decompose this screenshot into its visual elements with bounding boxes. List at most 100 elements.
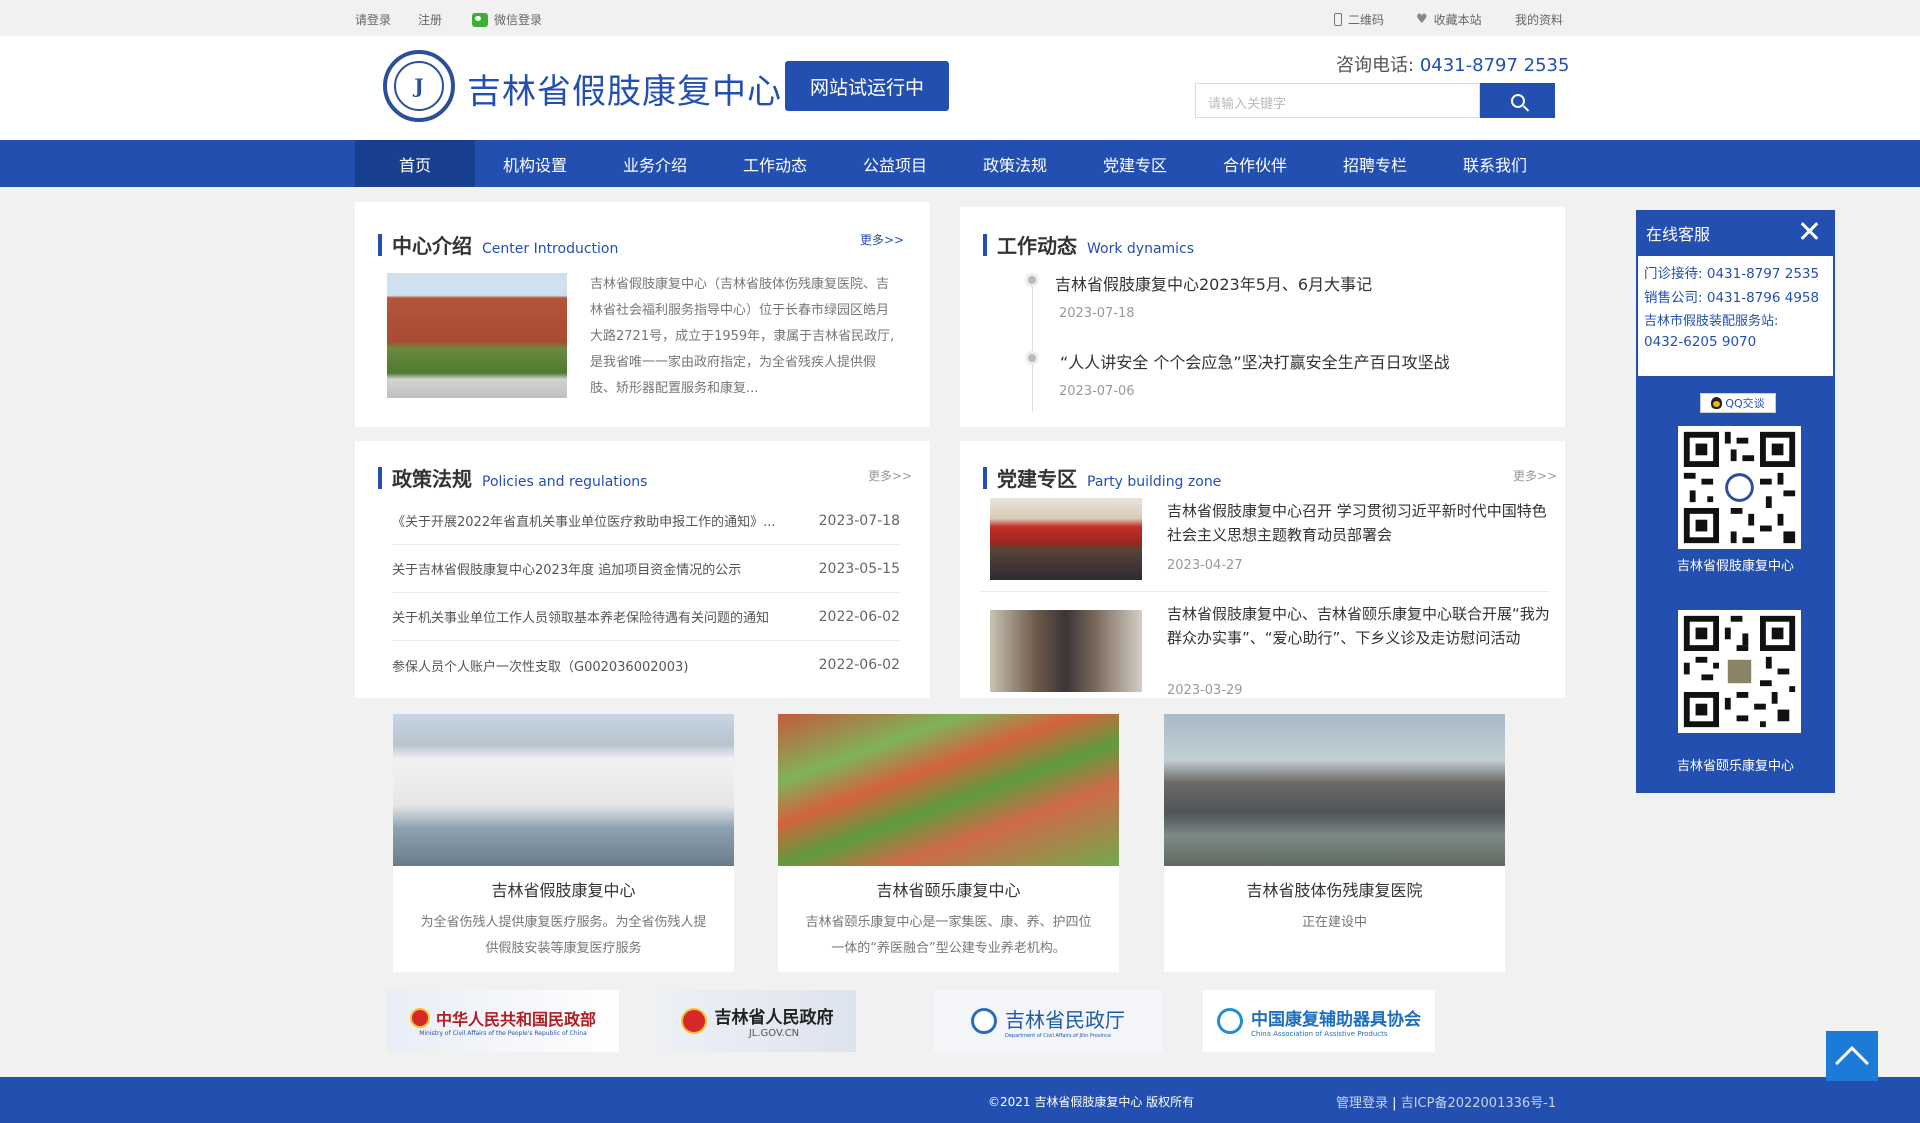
phone-icon — [1334, 13, 1342, 26]
qq-chat-label: QQ交谈 — [1725, 397, 1765, 410]
timeline-dot — [1028, 354, 1036, 362]
trial-badge: 网站试运行中 — [785, 61, 949, 111]
nav-item-welfare[interactable]: 公益项目 — [835, 140, 955, 187]
chevron-up-icon — [1835, 1046, 1869, 1080]
nav-item-work[interactable]: 工作动态 — [715, 140, 835, 187]
party-item-title[interactable]: 吉林省假肢康复中心召开 学习贯彻习近平新时代中国特色社会主义思想主题教育动员部署… — [1167, 499, 1552, 547]
qrcode-label: 二维码 — [1348, 13, 1385, 27]
party-item-image[interactable] — [990, 610, 1142, 692]
facility-card-image — [1164, 714, 1505, 866]
online-service-contacts: 门诊接待: 0431-8797 2535 销售公司: 0431-8796 495… — [1638, 256, 1833, 376]
search-input[interactable]: 请输入关键字 — [1195, 83, 1480, 118]
qrcode-link[interactable]: 二维码 — [1334, 11, 1384, 28]
site-logo[interactable]: J — [383, 50, 455, 122]
policy-row-title: 关于吉林省假肢康复中心2023年度 追加项目资金情况的公示 — [392, 563, 742, 578]
clinic-line: 门诊接待: 0431-8797 2535 — [1644, 266, 1820, 282]
facility-card-desc: 为全省伤残人提供康复医疗服务。为全省伤残人提供假肢安装等康复医疗服务 — [420, 915, 707, 956]
admin-login-link[interactable]: 管理登录 — [1336, 1096, 1388, 1111]
policy-row[interactable]: 《关于开展2022年省直机关事业单位医疗救助申报工作的通知》... 2023-0… — [392, 497, 900, 545]
top-bar: 请登录 注册 微信登录 二维码 ♥ 收藏本站 我的资料 — [0, 0, 1920, 36]
caat-logo-icon — [1217, 1008, 1243, 1034]
facility-card[interactable]: 吉林省假肢康复中心 为全省伤残人提供康复医疗服务。为全省伤残人提供假肢安装等康复… — [393, 714, 734, 972]
intro-heading: 中心介绍 Center Introduction — [378, 230, 618, 259]
bookmark-link[interactable]: ♥ 收藏本站 — [1416, 11, 1482, 28]
facility-card-desc: 正在建设中 — [1301, 915, 1367, 930]
party-item-date: 2023-03-29 — [1167, 683, 1243, 698]
partner-logo-mca[interactable]: 中华人民共和国民政部 Ministry of Civil Affairs of … — [387, 990, 619, 1052]
facility-card-title: 吉林省假肢康复中心 — [491, 881, 636, 900]
online-service-title: 在线客服 — [1646, 225, 1711, 244]
partner-caat-en: China Association of Assistive Products — [1251, 1029, 1388, 1038]
nav-item-recruit[interactable]: 招聘专栏 — [1315, 140, 1435, 187]
icp-link[interactable]: 吉ICP备2022001336号-1 — [1401, 1096, 1556, 1111]
facility-card-desc: 吉林省颐乐康复中心是一家集医、康、养、护四位一体的“养医融合”型公建专业养老机构… — [805, 915, 1092, 956]
nav-item-contact[interactable]: 联系我们 — [1435, 140, 1555, 187]
timeline-dot — [1028, 276, 1036, 284]
policy-row[interactable]: 参保人员个人账户一次性支取（G002036002003) 2022-06-02 — [392, 641, 900, 689]
partner-mca-en: Ministry of Civil Affairs of the People'… — [419, 1029, 587, 1037]
nav-item-partners[interactable]: 合作伙伴 — [1195, 140, 1315, 187]
party-heading: 党建专区 Party building zone — [983, 463, 1221, 492]
intro-more-link[interactable]: 更多>> — [860, 231, 904, 248]
login-link[interactable]: 请登录 — [355, 11, 391, 28]
qq-chat-button[interactable]: QQ交谈 — [1700, 393, 1776, 413]
bookmark-label: 收藏本站 — [1433, 13, 1482, 27]
party-title-en: Party building zone — [1087, 474, 1222, 490]
work-item-title[interactable]: “人人讲安全 个个会应急”坚决打赢安全生产百日攻坚战 — [1060, 349, 1450, 373]
nav-item-business[interactable]: 业务介绍 — [595, 140, 715, 187]
work-title-en: Work dynamics — [1087, 241, 1195, 257]
partner-logo-jilin-gov[interactable]: 吉林省人民政府 JL.GOV.CN — [658, 990, 856, 1052]
facility-card[interactable]: 吉林省颐乐康复中心 吉林省颐乐康复中心是一家集医、康、养、护四位一体的“养医融合… — [778, 714, 1119, 972]
party-more-link[interactable]: 更多>> — [1513, 467, 1557, 484]
work-item-date: 2023-07-06 — [1059, 384, 1135, 399]
footer-separator: | — [1392, 1096, 1397, 1111]
partner-logo-caat[interactable]: 中国康复辅助器具协会 China Association of Assistiv… — [1203, 990, 1435, 1052]
my-profile-link[interactable]: 我的资料 — [1515, 11, 1563, 28]
partner-jilin-gov-url: JL.GOV.CN — [748, 1028, 800, 1039]
work-heading: 工作动态 Work dynamics — [983, 230, 1194, 259]
work-item-date: 2023-07-18 — [1059, 306, 1135, 321]
facility-card[interactable]: 吉林省肢体伤残康复医院 正在建设中 — [1164, 714, 1505, 972]
intro-image[interactable] — [387, 273, 567, 398]
back-to-top-button[interactable] — [1826, 1031, 1878, 1081]
nav-item-policy[interactable]: 政策法规 — [955, 140, 1075, 187]
hotline: 咨询电话: 0431-8797 2535 — [1336, 51, 1569, 77]
wechat-login-link[interactable]: 微信登录 — [472, 11, 542, 28]
nav-item-home[interactable]: 首页 — [355, 140, 475, 187]
site-name[interactable]: 吉林省假肢康复中心 — [467, 64, 782, 113]
work-item-title[interactable]: 吉林省假肢康复中心2023年5月、6月大事记 — [1055, 271, 1372, 295]
close-icon[interactable] — [1797, 219, 1821, 243]
national-emblem-icon — [680, 1008, 707, 1034]
policy-more-link[interactable]: 更多>> — [868, 467, 912, 484]
heart-icon: ♥ — [1416, 12, 1428, 27]
intro-title: 中心介绍 — [392, 234, 472, 258]
hotline-number: 0431-8797 2535 — [1419, 55, 1570, 76]
wechat-icon — [472, 12, 488, 27]
online-service-panel: 在线客服 门诊接待: 0431-8797 2535 销售公司: 0431-879… — [1636, 210, 1835, 793]
qr-code-image — [1678, 610, 1801, 733]
station-label: 吉林市假肢装配服务站: — [1644, 314, 1779, 329]
site-header — [0, 36, 1920, 140]
nav-item-organization[interactable]: 机构设置 — [475, 140, 595, 187]
policy-row-title: 关于机关事业单位工作人员领取基本养老保险待遇有关问题的通知 — [392, 611, 770, 626]
qq-icon — [1711, 397, 1723, 409]
divider — [980, 591, 1550, 592]
sales-line: 销售公司: 0431-8796 4958 — [1644, 290, 1820, 306]
national-emblem-icon — [409, 1007, 430, 1028]
partner-jilin-gov-name: 吉林省人民政府 — [714, 1008, 834, 1028]
facility-card-image — [393, 714, 734, 866]
civil-affairs-emblem-icon — [971, 1008, 997, 1034]
wechat-login-label: 微信登录 — [494, 13, 543, 27]
qr-label: 吉林省假肢康复中心 — [1676, 559, 1794, 574]
party-item-image[interactable] — [990, 498, 1142, 580]
partner-logo-jilin-civil[interactable]: 吉林省民政厅 Department of Civil Affairs of Ji… — [933, 990, 1163, 1052]
search-icon — [1510, 93, 1525, 108]
main-nav: 首页 机构设置 业务介绍 工作动态 公益项目 政策法规 党建专区 合作伙伴 招聘… — [0, 140, 1920, 187]
party-item-title[interactable]: 吉林省假肢康复中心、吉林省颐乐康复中心联合开展“我为群众办实事”、“爱心助行”、… — [1167, 602, 1552, 650]
policy-row[interactable]: 关于机关事业单位工作人员领取基本养老保险待遇有关问题的通知 2022-06-02 — [392, 593, 900, 641]
nav-item-party[interactable]: 党建专区 — [1075, 140, 1195, 187]
policy-row[interactable]: 关于吉林省假肢康复中心2023年度 追加项目资金情况的公示 2023-05-15 — [392, 545, 900, 593]
search-button[interactable] — [1480, 83, 1555, 118]
policy-row-date: 2023-07-18 — [818, 512, 900, 529]
register-link[interactable]: 注册 — [418, 11, 442, 28]
